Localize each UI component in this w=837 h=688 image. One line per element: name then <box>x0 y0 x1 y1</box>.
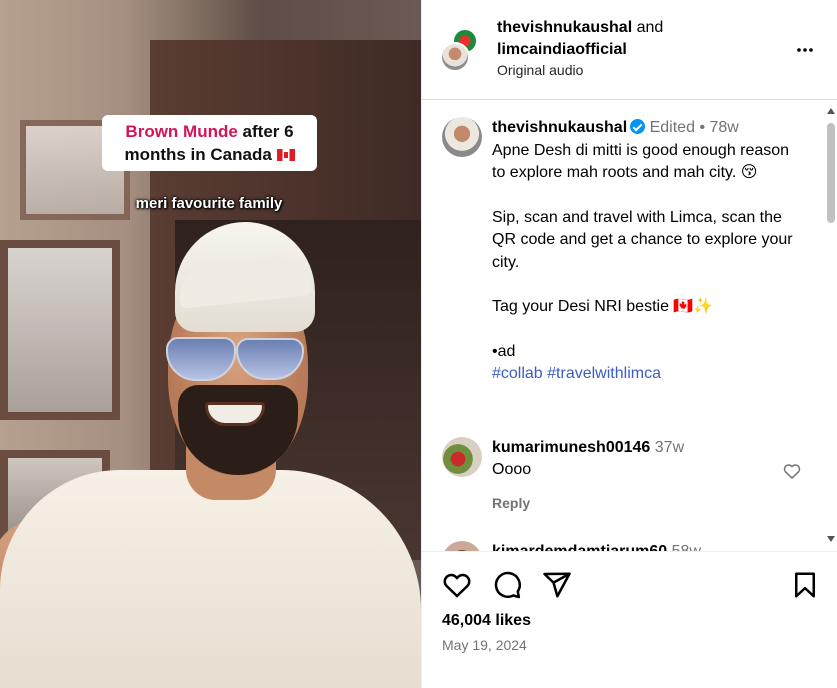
username-link[interactable]: kimardemdamtiarum60 <box>492 543 667 551</box>
comment-text: Oooo <box>492 461 532 478</box>
collab-avatars[interactable] <box>440 28 478 72</box>
audio-link[interactable]: Original audio <box>497 62 583 78</box>
caption-line: •ad <box>492 342 516 360</box>
comment-age[interactable]: 58w <box>672 543 701 551</box>
window-pane <box>0 240 120 420</box>
likes-count[interactable]: 46,004 likes <box>442 612 531 630</box>
username-link[interactable]: thevishnukaushal <box>492 119 627 136</box>
caption-line: Apne Desh di mitti is good enough reason… <box>492 141 790 182</box>
canada-flag-icon <box>276 149 295 161</box>
bookmark-icon[interactable] <box>790 570 820 600</box>
post-age[interactable]: 78w <box>710 119 739 136</box>
comment-age[interactable]: 37w <box>655 439 684 456</box>
heart-icon[interactable] <box>782 461 802 481</box>
person-smile <box>205 402 265 426</box>
reel-video[interactable]: Brown Munde after 6 months in Canada mer… <box>0 0 421 688</box>
action-bar: 46,004 likes May 19, 2024 <box>422 551 837 688</box>
post-caption: thevishnukaushal Edited • 78w Apne Desh … <box>492 117 802 386</box>
username-link[interactable]: thevishnukaushal <box>497 19 632 36</box>
post-header: thevishnukaushal and limcaindiaofficial … <box>422 0 837 100</box>
post-panel: thevishnukaushal and limcaindiaofficial … <box>421 0 837 688</box>
scrollbar-thumb[interactable] <box>827 123 835 223</box>
hashtag-link[interactable]: #travelwithlimca <box>547 365 661 382</box>
separator-dot: • <box>699 119 706 136</box>
avatar[interactable] <box>442 541 482 551</box>
username-link[interactable]: kumarimunesh00146 <box>492 439 650 456</box>
heart-icon[interactable] <box>442 570 472 600</box>
comment-icon[interactable] <box>492 570 522 600</box>
reply-button[interactable]: Reply <box>492 495 530 511</box>
post-date[interactable]: May 19, 2024 <box>442 637 527 653</box>
caption-line: Sip, scan and travel with Limca, scan th… <box>492 208 793 271</box>
avatar[interactable] <box>440 42 470 72</box>
avatar[interactable] <box>442 437 482 477</box>
comments-scroll-area[interactable]: thevishnukaushal Edited • 78w Apne Desh … <box>422 101 837 551</box>
username-link[interactable]: limcaindiaofficial <box>497 41 627 58</box>
and-text: and <box>636 19 664 36</box>
comment-body: kumarimunesh00146 37w Oooo <box>492 437 772 481</box>
verified-icon <box>630 119 646 134</box>
scrollbar[interactable] <box>824 101 837 551</box>
avatar[interactable] <box>442 117 482 157</box>
caption-line: Tag your Desi NRI bestie 🇨🇦✨ <box>492 298 714 315</box>
person-shirt <box>0 470 421 688</box>
more-icon[interactable] <box>793 38 817 62</box>
share-icon[interactable] <box>542 570 572 600</box>
video-subcaption: meri favourite family <box>135 195 283 212</box>
edited-label: Edited <box>649 119 695 136</box>
comment-body: kimardemdamtiarum60 58w <box>492 541 772 551</box>
collab-names: thevishnukaushal and limcaindiaofficial <box>497 17 663 61</box>
scroll-down-icon[interactable] <box>827 536 835 542</box>
hashtag-link[interactable]: #collab <box>492 365 543 382</box>
video-caption: Brown Munde after 6 months in Canada <box>102 115 317 171</box>
caption-highlight: Brown Munde <box>125 122 238 141</box>
scroll-up-icon[interactable] <box>827 108 835 114</box>
